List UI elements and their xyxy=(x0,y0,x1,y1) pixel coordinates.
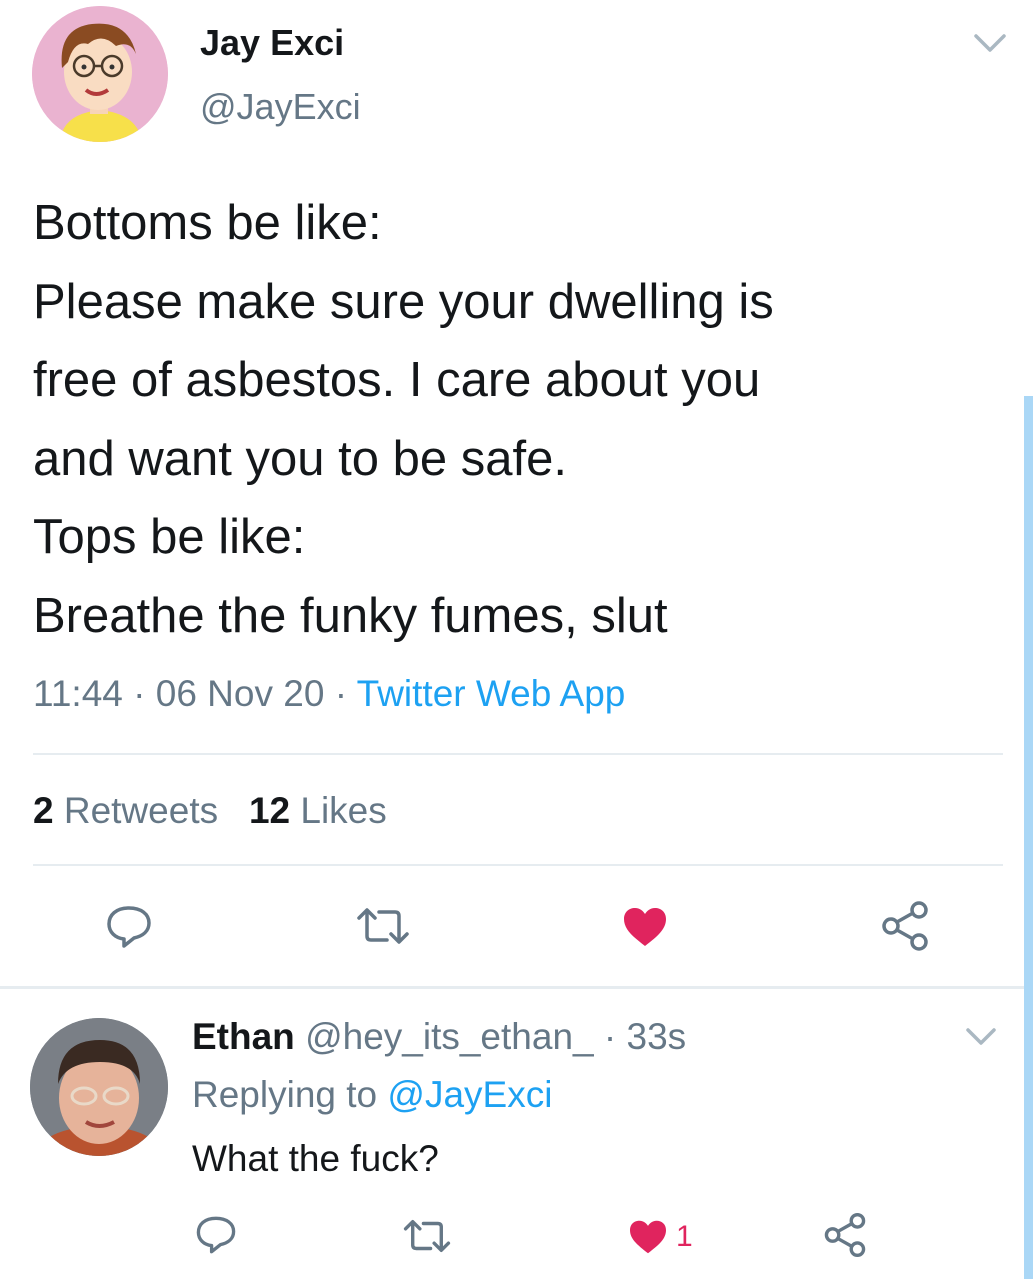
author-avatar[interactable] xyxy=(32,6,168,142)
replying-to: Replying to @JayExci xyxy=(192,1074,552,1116)
reply-icon[interactable] xyxy=(104,904,154,950)
divider xyxy=(33,864,1003,866)
meta-separator: · xyxy=(593,1016,627,1057)
meta-separator: · xyxy=(122,673,156,714)
tweet-source-link[interactable]: Twitter Web App xyxy=(357,673,626,714)
reply-time: 33s xyxy=(626,1016,687,1057)
tweet-text-line: Please make sure your dwelling is xyxy=(33,274,774,329)
heart-icon[interactable] xyxy=(622,906,668,948)
reply-header: Ethan @hey_its_ethan_ · 33s xyxy=(192,1016,686,1058)
tweet-text-line: and want you to be safe. xyxy=(33,431,567,486)
cartoon-avatar-icon xyxy=(32,6,168,142)
heart-icon[interactable] xyxy=(628,1219,668,1255)
likes-label: Likes xyxy=(300,790,387,831)
reply-author-name[interactable]: Ethan xyxy=(192,1016,295,1057)
chevron-down-icon[interactable] xyxy=(962,1022,1000,1052)
divider xyxy=(33,753,1003,755)
retweet-icon[interactable] xyxy=(402,1218,452,1254)
likes-count: 12 xyxy=(248,790,291,831)
tweet-text-line: Bottoms be like: xyxy=(33,196,382,250)
meta-separator: · xyxy=(324,673,357,714)
reply-author-handle[interactable]: @hey_its_ethan_ xyxy=(305,1016,594,1057)
retweets-stat[interactable]: 2 Retweets xyxy=(33,790,218,831)
likes-stat[interactable]: 12 Likes xyxy=(249,790,387,831)
tweet-date: 06 Nov 20 xyxy=(155,673,325,714)
replying-prefix: Replying to xyxy=(192,1074,388,1115)
reply-author-avatar[interactable] xyxy=(30,1018,168,1156)
author-name[interactable]: Jay Exci xyxy=(200,22,344,64)
chevron-down-icon[interactable] xyxy=(970,26,1010,60)
reply-like-count: 1 xyxy=(676,1220,693,1253)
tweet-time: 11:44 xyxy=(33,673,123,714)
retweet-icon[interactable] xyxy=(355,906,411,946)
photo-avatar-icon xyxy=(30,1018,168,1156)
tweet-text-line: Breathe the funky fumes, slut xyxy=(33,588,668,643)
tweet-text: Bottoms be like: Please make sure your d… xyxy=(33,184,1013,655)
replying-mention-link[interactable]: @JayExci xyxy=(387,1074,552,1115)
author-handle[interactable]: @JayExci xyxy=(200,86,361,128)
tweet-meta: 11:44 · 06 Nov 20 · Twitter Web App xyxy=(33,673,625,715)
reply-icon[interactable] xyxy=(194,1214,238,1256)
divider xyxy=(0,986,1033,989)
tweet-text-line: free of asbestos. I care about you xyxy=(33,353,761,407)
scrollbar[interactable] xyxy=(1024,396,1033,1279)
tweet-text-line: Tops be like: xyxy=(33,510,306,564)
reply-text: What the fuck? xyxy=(192,1138,439,1179)
tweet-stats: 2 Retweets 12 Likes xyxy=(33,790,387,832)
share-icon[interactable] xyxy=(879,900,931,952)
retweets-label: Retweets xyxy=(63,790,219,831)
share-icon[interactable] xyxy=(822,1212,868,1258)
retweets-count: 2 xyxy=(33,790,54,831)
